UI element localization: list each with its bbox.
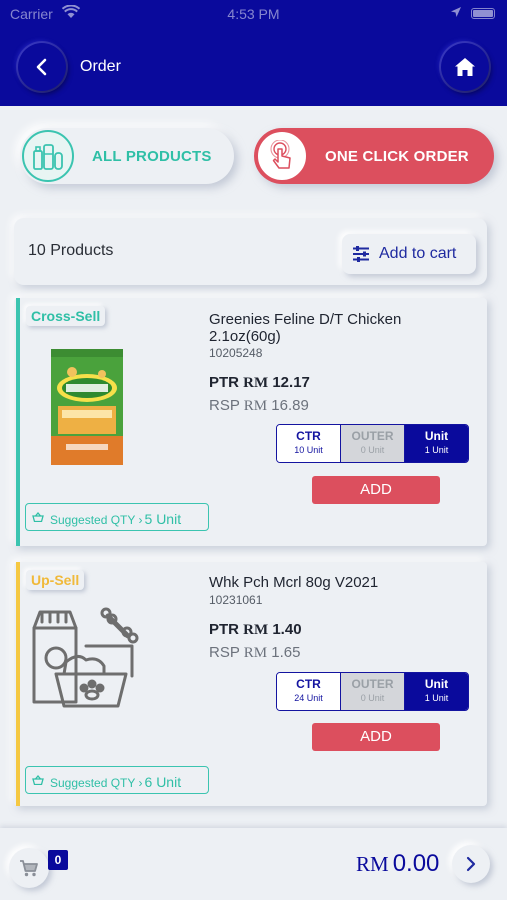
product-name: Greenies Feline D/T Chicken 2.1oz(60g) [209,311,402,345]
back-icon [36,58,47,76]
all-products-tab[interactable]: ALL PRODUCTS [20,128,234,184]
product-count: 10 Products [28,242,114,259]
add-button[interactable]: ADD [312,476,440,504]
touch-icon [256,130,308,182]
one-click-order-tab[interactable]: ONE CLICK ORDER [254,128,494,184]
suggested-qty-label: Suggested QTY [50,776,136,790]
unit-option-outer[interactable]: OUTER 0 Unit [341,673,405,710]
cross-sell-stripe [16,298,20,546]
up-sell-stripe [16,562,20,806]
suggested-qty-value: 6 Unit [144,774,182,790]
battery-icon [471,8,495,19]
basket-icon [32,512,44,522]
suggested-qty: Suggested QTY › 5 Unit [25,503,209,531]
page-title: Order [80,58,121,75]
cross-sell-tag: Cross-Sell [26,306,106,326]
product-sku: 10205248 [209,346,263,360]
add-to-cart-button[interactable]: Add to cart [342,234,476,274]
location-arrow-icon [451,7,461,17]
ptr-label: PTR [209,374,239,391]
product-image [51,349,123,465]
suggested-qty: Suggested QTY › 6 Unit [25,766,209,794]
all-products-label: ALL PRODUCTS [92,148,212,165]
products-icon [22,130,74,182]
total-value: 0.00 [392,850,440,877]
chevron-right-icon [466,856,476,872]
rsp-currency: RM [243,398,268,414]
app-header: Order [0,30,507,106]
unit-option-unit[interactable]: Unit 1 Unit [405,425,468,462]
products-summary-bar: 10 Products Add to cart [14,218,487,285]
rsp-price: RSP RM 1.65 [209,644,300,662]
product-name: Whk Pch Mcrl 80g V2021 [209,574,379,591]
basket-icon [32,775,44,785]
total-currency: RM [356,852,389,876]
back-button[interactable] [18,43,66,91]
cart-button[interactable] [9,848,49,888]
home-button[interactable] [441,43,489,91]
rsp-value: 1.65 [271,644,301,661]
ptr-label: PTR [209,621,239,638]
add-to-cart-label: Add to cart [379,245,457,262]
ptr-value: 12.17 [272,374,310,391]
one-click-order-label: ONE CLICK ORDER [325,148,469,165]
ptr-currency: RM [243,622,269,638]
unit-option-unit[interactable]: Unit 1 Unit [405,673,468,710]
cart-icon [20,860,38,877]
unit-option-outer[interactable]: OUTER 0 Unit [341,425,405,462]
clock: 4:53 PM [227,6,280,22]
ptr-currency: RM [243,375,269,391]
cart-footer: 0 RM 0.00 [0,828,507,900]
ptr-price: PTR RM 12.17 [209,374,310,392]
rsp-value: 16.89 [271,397,309,414]
product-sku: 10231061 [209,593,263,607]
ptr-value: 1.40 [272,621,302,638]
checkout-next-button[interactable] [452,845,490,883]
cart-total: RM 0.00 [356,850,439,878]
unit-selector: CTR 24 Unit OUTER 0 Unit Unit 1 Unit [276,672,469,711]
product-card: Up-Sell Whk Pch Mcrl 80g V2021 10231061 … [14,562,487,806]
unit-selector: CTR 10 Unit OUTER 0 Unit Unit 1 Unit [276,424,469,463]
rsp-price: RSP RM 16.89 [209,397,309,415]
ptr-price: PTR RM 1.40 [209,621,302,639]
add-button[interactable]: ADD [312,723,440,751]
unit-option-ctr[interactable]: CTR 24 Unit [277,673,341,710]
rsp-label: RSP [209,397,240,414]
suggested-qty-label: Suggested QTY [50,513,136,527]
pet-food-placeholder-icon [32,607,139,708]
product-card: Cross-Sell Greenies Feline D/T Chicken 2… [14,298,487,546]
unit-option-ctr[interactable]: CTR 10 Unit [277,425,341,462]
cart-count-badge: 0 [48,850,68,870]
suggested-qty-value: 5 Unit [144,511,182,527]
status-bar: Carrier 4:53 PM [0,0,507,30]
rsp-label: RSP [209,644,240,661]
filter-icon [353,246,369,262]
home-icon [455,58,475,76]
up-sell-tag: Up-Sell [26,570,85,590]
rsp-currency: RM [243,645,268,661]
